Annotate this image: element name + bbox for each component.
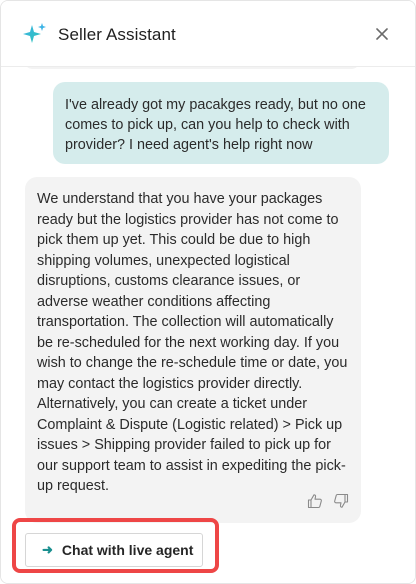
assistant-message-text: We understand that you have your package… bbox=[37, 191, 348, 494]
live-agent-label: Chat with live agent bbox=[61, 542, 194, 558]
feedback-controls bbox=[307, 493, 349, 509]
previous-message-bubble bbox=[23, 67, 361, 69]
arrow-right-icon: ➜ bbox=[42, 542, 53, 557]
user-message: I've already got my pacakges ready, but … bbox=[53, 82, 389, 164]
thumbs-up-icon[interactable] bbox=[307, 493, 323, 509]
chat-history[interactable]: I've already got my pacakges ready, but … bbox=[1, 67, 415, 583]
close-icon[interactable] bbox=[373, 25, 391, 43]
assistant-message: We understand that you have your package… bbox=[25, 177, 361, 523]
chat-with-live-agent-button[interactable]: ➜ Chat with live agent bbox=[25, 533, 203, 567]
chat-header: Seller Assistant bbox=[1, 1, 415, 67]
sparkle-icon bbox=[23, 23, 47, 47]
seller-assistant-panel: Seller Assistant I've already got my pac… bbox=[0, 0, 416, 584]
thumbs-down-icon[interactable] bbox=[333, 493, 349, 509]
header-title: Seller Assistant bbox=[58, 25, 176, 44]
